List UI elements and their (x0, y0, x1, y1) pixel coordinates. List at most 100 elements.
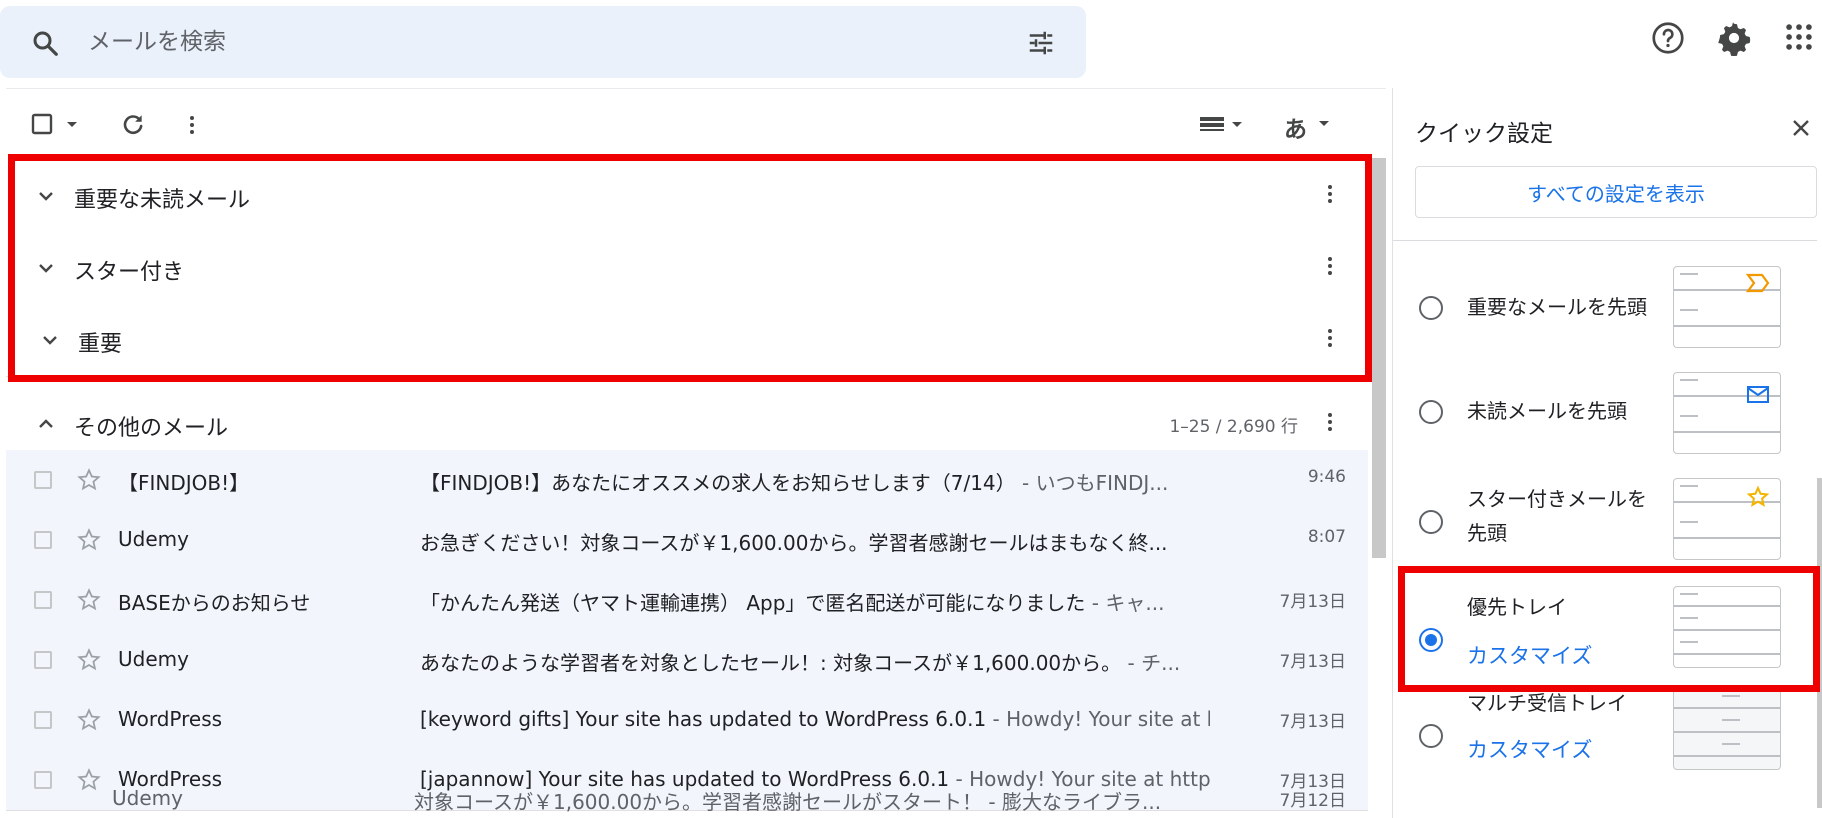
select-checkbox[interactable] (30, 112, 54, 136)
thumb-line (1722, 743, 1740, 745)
chevron-up-icon[interactable] (34, 412, 58, 436)
thumb-line (1680, 415, 1698, 417)
table-row[interactable]: BASEからのお知らせ 「かんたん発送（ヤマト運輸連携） App」で匿名配送が可… (6, 570, 1368, 631)
thumb-line (1674, 537, 1780, 539)
customize-link[interactable]: カスタマイズ (1467, 734, 1592, 764)
thumb-line (1674, 605, 1780, 607)
table-row[interactable]: Udemy あなたのような学習者を対象としたセール！: 対象コースが￥1,600… (6, 630, 1368, 691)
section-starred[interactable]: スター付き (6, 232, 1370, 305)
mail-subject-text: [japannow] Your site has updated to Word… (420, 767, 950, 791)
more-vert-icon[interactable] (180, 112, 204, 138)
section-label: 重要 (78, 332, 123, 357)
option-label: 優先トレイ (1467, 595, 1567, 619)
row-checkbox[interactable] (34, 771, 52, 789)
section-label: スター付き (74, 260, 185, 285)
mail-time: 9:46 (1307, 467, 1346, 487)
more-vert-icon[interactable] (1318, 324, 1342, 352)
mail-subject-text: あなたのような学習者を対象としたセール！: 対象コースが￥1,600.00から。 (420, 651, 1122, 675)
thumb-line (1680, 641, 1698, 643)
customize-link[interactable]: カスタマイズ (1467, 640, 1592, 670)
refresh-icon[interactable] (120, 112, 146, 138)
radio-button-selected[interactable] (1419, 628, 1443, 652)
mail-time: 7月12日 (1279, 791, 1346, 811)
thumb-line (1680, 379, 1698, 381)
radio-button[interactable] (1419, 296, 1443, 320)
section-label: その他のメール (74, 416, 229, 441)
option-thumbnail (1673, 688, 1781, 770)
density-icon[interactable] (1200, 112, 1252, 138)
row-checkbox[interactable] (34, 531, 52, 549)
more-vert-icon[interactable] (1318, 252, 1342, 280)
table-row[interactable]: 【FINDJOB!】 【FINDJOB!】あなたにオススメの求人をお知らせします… (6, 450, 1368, 511)
section-important-unread[interactable]: 重要な未読メール (6, 160, 1370, 233)
all-settings-button[interactable]: すべての設定を表示 (1415, 166, 1817, 218)
scrollbar[interactable] (1372, 158, 1386, 558)
mail-subject-text: 【FINDJOB!】あなたにオススメの求人をお知らせします（7/14） (420, 471, 1016, 495)
mail-sender: Udemy (118, 527, 189, 551)
star-icon[interactable] (76, 587, 102, 613)
apps-icon[interactable] (1782, 20, 1816, 54)
help-icon[interactable] (1650, 20, 1686, 56)
gear-icon[interactable] (1716, 20, 1752, 56)
option-label: 未読メールを先頭 (1467, 399, 1627, 423)
mail-time: 7月13日 (1279, 652, 1346, 672)
mail-snippet: - Howdy! Your site at http:/... (955, 767, 1210, 791)
mail-sender: 【FINDJOB!】 (118, 471, 250, 495)
mail-count: 1–25 / 2,690 行 (1169, 417, 1298, 437)
search-input[interactable] (88, 26, 888, 58)
radio-button[interactable] (1419, 724, 1443, 748)
input-tool-label[interactable]: あ (1284, 110, 1307, 144)
more-vert-icon[interactable] (1318, 180, 1342, 208)
mail-subject-text: 「かんたん発送（ヤマト運輸連携） App」で匿名配送が可能になりました (420, 591, 1086, 615)
row-checkbox[interactable] (34, 471, 52, 489)
mail-subject-text: お急ぎください！対象コースが￥1,600.00から。学習者感謝セールはまもなく終… (420, 531, 1168, 555)
envelope-icon (1746, 385, 1770, 405)
more-vert-icon[interactable] (1318, 408, 1342, 436)
mail-sender: Udemy (118, 647, 189, 671)
thumb-line (1680, 273, 1698, 275)
thumb-line (1674, 731, 1780, 733)
option-label: マルチ受信トレイ (1467, 691, 1627, 715)
mail-subject: 「かんたん発送（ヤマト運輸連携） App」で匿名配送が可能になりました - キャ… (420, 587, 1210, 616)
table-row[interactable]: Udemy お急ぎください！対象コースが￥1,600.00から。学習者感謝セール… (6, 510, 1368, 571)
chevron-down-icon[interactable] (34, 256, 58, 280)
chevron-down-icon[interactable] (38, 328, 62, 352)
chevron-down-icon[interactable] (34, 184, 58, 208)
thumb-line (1722, 695, 1740, 697)
radio-button[interactable] (1419, 400, 1443, 424)
thumb-line (1674, 707, 1780, 709)
thumb-line (1722, 719, 1740, 721)
mail-sender: Udemy (112, 790, 183, 810)
star-icon (1746, 485, 1770, 509)
star-icon[interactable] (76, 707, 102, 733)
mail-snippet: - いつもFINDJ... (1015, 471, 1169, 495)
tune-icon[interactable] (1026, 28, 1056, 58)
section-important[interactable]: 重要 (6, 304, 1370, 377)
table-row-partial: Udemy 対象コースが￥1,600.00から。学習者感謝セールがスタート！ -… (6, 790, 1368, 818)
mail-subject: [keyword gifts] Your site has updated to… (420, 707, 1210, 731)
thumb-line (1674, 325, 1780, 327)
row-checkbox[interactable] (34, 591, 52, 609)
mail-time: 7月13日 (1279, 772, 1346, 792)
row-checkbox[interactable] (34, 651, 52, 669)
row-checkbox[interactable] (34, 711, 52, 729)
close-icon[interactable] (1789, 116, 1813, 140)
select-dropdown-icon[interactable] (64, 112, 80, 136)
star-icon[interactable] (76, 527, 102, 553)
thumb-line (1674, 653, 1780, 655)
mail-sender: WordPress (118, 767, 223, 791)
toolbar-divider (6, 88, 1386, 89)
quick-settings-scrollbar[interactable] (1817, 478, 1822, 808)
input-tool-dropdown-icon[interactable] (1316, 112, 1332, 136)
mail-time: 7月13日 (1279, 592, 1346, 612)
table-row[interactable]: WordPress [keyword gifts] Your site has … (6, 690, 1368, 751)
search-icon[interactable] (30, 28, 60, 58)
thumb-line (1674, 629, 1780, 631)
mail-subject: 対象コースが￥1,600.00から。学習者感謝セールがスタート！ - 膨大なライ… (414, 790, 1162, 814)
star-icon[interactable] (76, 467, 102, 493)
star-icon[interactable] (76, 647, 102, 673)
option-thumbnail (1673, 372, 1781, 454)
radio-button[interactable] (1419, 510, 1443, 534)
mail-subject: 【FINDJOB!】あなたにオススメの求人をお知らせします（7/14） - いつ… (420, 467, 1210, 496)
mail-subject: あなたのような学習者を対象としたセール！: 対象コースが￥1,600.00から。… (420, 647, 1210, 676)
